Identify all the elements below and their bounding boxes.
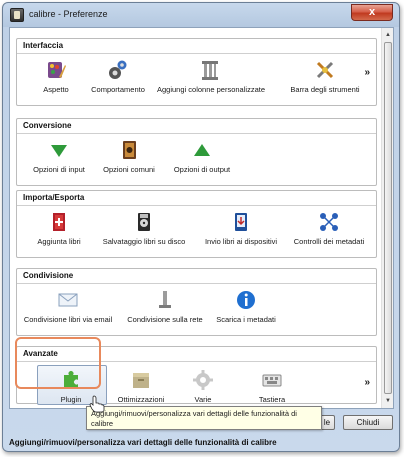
- pref-item-scarica-metadati[interactable]: Scarica i metadati: [213, 289, 279, 324]
- add-book-icon: [53, 213, 65, 231]
- pref-item-controlli-metadati[interactable]: Controlli dei metadati: [289, 211, 369, 246]
- pref-item-opzioni-output[interactable]: Opzioni di output: [172, 139, 232, 174]
- misc-gear-icon: [193, 370, 213, 390]
- more-items-chevron-icon[interactable]: »: [364, 377, 370, 388]
- section-condivisione: Condivisione Condivisione libri via emai…: [16, 268, 377, 336]
- section-divider: [17, 205, 376, 206]
- scroll-thumb[interactable]: [384, 42, 392, 394]
- pref-item-tastiera[interactable]: Tastiera: [249, 369, 295, 404]
- title-bar[interactable]: calibre - Preferenze x: [3, 3, 399, 27]
- send-device-icon: [235, 213, 247, 231]
- section-divider: [17, 133, 376, 134]
- hand-cursor-icon: [89, 395, 105, 413]
- save-disk-icon: [138, 213, 150, 231]
- window-title: calibre - Preferenze: [29, 9, 108, 19]
- mail-icon: [58, 293, 78, 307]
- pref-item-aspetto[interactable]: Aspetto: [31, 59, 81, 94]
- info-icon: [237, 291, 255, 309]
- pref-item-barra-strumenti[interactable]: Barra degli strumenti: [287, 59, 363, 94]
- pref-item-rete[interactable]: Condivisione sulla rete: [123, 289, 207, 324]
- section-divider: [17, 283, 376, 284]
- appearance-palette-icon: [48, 62, 66, 78]
- plugin-highlight-ring: [15, 337, 101, 389]
- section-importa-esporta: Importa/Esporta Aggiunta libri Salvatagg…: [16, 190, 377, 258]
- scroll-down-arrow-icon[interactable]: ▼: [383, 396, 393, 406]
- arrow-up-green-icon: [194, 144, 210, 156]
- pref-item-comportamento[interactable]: Comportamento: [85, 59, 151, 94]
- section-divider: [17, 53, 376, 54]
- arrow-down-green-icon: [51, 145, 67, 157]
- column-icon: [202, 61, 218, 80]
- section-conversione: Conversione Opzioni di input Opzioni com…: [16, 118, 377, 186]
- section-title: Importa/Esporta: [23, 193, 85, 202]
- section-title: Condivisione: [23, 271, 74, 280]
- pref-item-varie[interactable]: Varie: [183, 369, 223, 404]
- close-button[interactable]: Chiudi: [343, 415, 393, 430]
- network-icon: [159, 291, 171, 308]
- plugin-tooltip: Aggiungi/rimuovi/personalizza vari detta…: [86, 406, 322, 430]
- pref-item-salvataggio[interactable]: Salvataggio libri su disco: [95, 211, 193, 246]
- pref-item-opzioni-comuni[interactable]: Opzioni comuni: [101, 139, 157, 174]
- metadata-plugboard-icon: [320, 213, 338, 231]
- toolbar-icon: [316, 61, 334, 79]
- pref-item-ottimizzazioni[interactable]: Ottimizzazioni: [113, 369, 169, 404]
- more-items-chevron-icon[interactable]: »: [364, 67, 370, 78]
- book-icon: [123, 141, 136, 159]
- pref-item-aggiunta-libri[interactable]: Aggiunta libri: [31, 211, 87, 246]
- keyboard-icon: [262, 374, 282, 387]
- status-bar: Aggiungi/rimuovi/personalizza vari detta…: [9, 438, 277, 447]
- section-interfaccia: Interfaccia Aspetto Comportamento Aggiun…: [16, 38, 377, 106]
- window-close-button[interactable]: x: [351, 4, 393, 21]
- section-title: Conversione: [23, 121, 72, 130]
- gears-icon: [109, 60, 127, 79]
- vertical-scrollbar[interactable]: ▲ ▼: [381, 28, 393, 408]
- pref-item-invio-dispositivi[interactable]: Invio libri ai dispositivi: [197, 211, 285, 246]
- section-title: Interfaccia: [23, 41, 64, 50]
- calibre-app-icon: [10, 8, 24, 22]
- pref-item-opzioni-input[interactable]: Opzioni di input: [31, 139, 87, 174]
- pref-item-email[interactable]: Condivisione libri via email: [21, 289, 115, 324]
- preferences-window: calibre - Preferenze x ▲ ▼ Interfaccia A…: [2, 2, 400, 452]
- tweaks-box-icon: [133, 373, 149, 388]
- pref-item-colonne[interactable]: Aggiungi colonne personalizzate: [157, 59, 265, 94]
- scroll-up-arrow-icon[interactable]: ▲: [383, 30, 393, 40]
